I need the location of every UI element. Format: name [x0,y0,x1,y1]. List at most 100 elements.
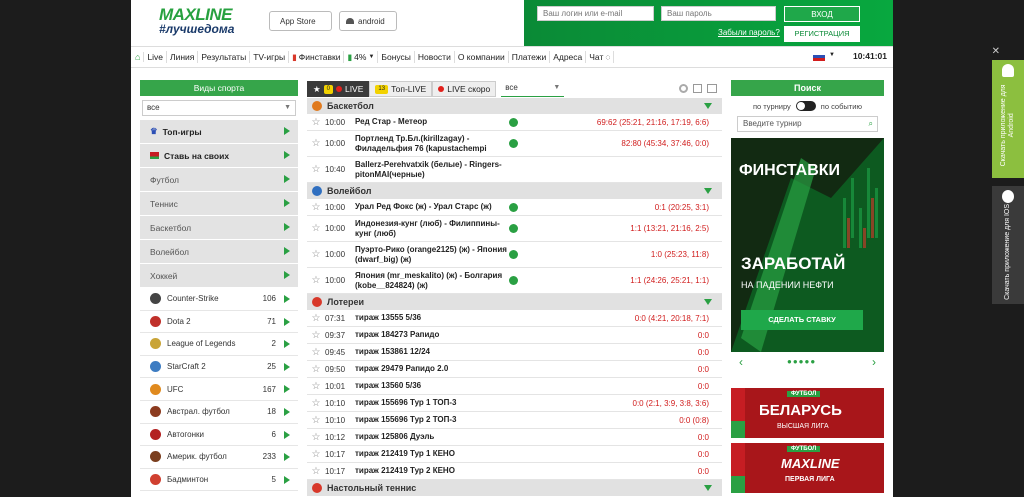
sport-section-header[interactable]: Баскетбол [307,98,722,114]
ios-app-button[interactable]: Скачать приложение для IOS [992,186,1024,304]
favorite-star-icon[interactable]: ☆ [307,117,325,128]
promo-belarus[interactable]: ФУТБОЛ БЕЛАРУСЬ ВЫСШАЯ ЛИГА [731,388,884,438]
close-icon[interactable]: ✕ [992,46,1000,57]
event-row[interactable]: ☆ 07:31 тираж 13555 5/36 0:0 (4:21, 20:18, … [307,310,722,327]
event-row[interactable]: ☆ 10:10 тираж 155696 Тур 2 ТОП-3 0:0 (0:8) [307,412,722,429]
toggle-switch[interactable] [795,101,816,111]
carousel-dots[interactable]: ●●●●● [787,357,816,366]
nav-chat[interactable]: Чат ◌ [586,51,615,63]
login-input[interactable] [537,6,654,21]
search-mode-toggle[interactable]: по турниру по событию [731,96,884,116]
password-input[interactable] [661,6,776,21]
event-name[interactable]: тираж 155696 Тур 2 ТОП-3 [355,415,515,425]
live-play-icon[interactable] [509,139,518,148]
event-name[interactable]: тираж 155696 Тур 1 ТОП-3 [355,398,515,408]
sport-section-header[interactable]: Настольный теннис [307,480,722,496]
window-icon[interactable] [693,84,702,93]
nav-cashback[interactable]: ▮ 4% ▼ [344,51,379,63]
flag-icon[interactable] [813,52,825,61]
sidebar-item-volleyball[interactable]: Волейбол [140,240,298,263]
collapse-icon[interactable] [704,299,712,305]
event-name[interactable]: Индонезия-кунг (люб) - Филиппины-кунг (л… [355,219,515,239]
chevron-right-icon[interactable]: › [872,355,876,369]
record-icon[interactable] [679,84,688,93]
sport-section-header[interactable]: Лотереи [307,294,722,310]
favorite-star-icon[interactable]: ☆ [307,202,325,213]
event-name[interactable]: тираж 13560 5/36 [355,381,515,391]
sport-section-header[interactable]: Волейбол [307,183,722,199]
event-name[interactable]: Портленд Тр.Бл.(kirillzagay) - Филадельф… [355,134,515,154]
event-row[interactable]: ☆ 10:17 тираж 212419 Тур 1 КЕНО 0:0 [307,446,722,463]
nav-results[interactable]: Результаты [198,51,251,63]
live-play-icon[interactable] [509,202,518,212]
sidebar-item-basketball[interactable]: Баскетбол [140,216,298,239]
sidebar-item-top-games[interactable]: ♛ Топ-игры [140,120,298,143]
event-row[interactable]: ☆ 10:00 Ред Стар - Метеор 69:62 (25:21, 21:… [307,114,722,131]
login-button[interactable]: ВХОД [784,6,860,22]
favorite-star-icon[interactable]: ☆ [307,275,325,286]
forgot-password-link[interactable]: Забыли пароль? [718,28,780,37]
home-icon[interactable]: ⌂ [135,52,145,62]
event-name[interactable]: тираж 184273 Рапидо [355,330,515,340]
event-name[interactable]: Ред Стар - Метеор [355,117,515,127]
chevron-down-icon[interactable]: ▼ [829,52,835,58]
sidebar-item-football[interactable]: Футбол [140,168,298,191]
sidebar-game-item[interactable]: Автогонки 6 [140,423,298,447]
sidebar-game-item[interactable]: UFC 167 [140,378,298,401]
event-name[interactable]: Урал Ред Фокс (ж) - Урал Старс (ж) [355,202,515,212]
sidebar-item-tennis[interactable]: Теннис [140,192,298,215]
sidebar-game-item[interactable]: Counter-Strike 106 [140,288,298,311]
event-row[interactable]: ☆ 10:17 тираж 212419 Тур 2 КЕНО 0:0 [307,463,722,480]
event-row[interactable]: ☆ 09:45 тираж 153861 12/24 0:0 [307,344,722,361]
finstavki-banner[interactable]: ФИНСТАВКИ ЗАРАБОТАЙ НА ПАДЕНИИ НЕФТИ СДЕ… [731,138,884,352]
sidebar-item-bet-own[interactable]: Ставь на своих [140,144,298,167]
event-name[interactable]: тираж 153861 12/24 [355,347,515,357]
live-play-icon[interactable] [509,276,518,285]
event-row[interactable]: ☆ 10:00 Япония (mr_meskalito) (ж) - Болгар… [307,268,722,294]
sidebar-game-item[interactable]: Бадминтон 5 [140,468,298,492]
android-app-button[interactable]: Скачать приложение для Android [992,60,1024,178]
event-row[interactable]: ☆ 10:00 Пуэрто-Рико (orange2125) (ж) - Япо… [307,242,722,268]
nav-addresses[interactable]: Адреса [550,51,587,63]
favorite-star-icon[interactable]: ☆ [307,313,325,324]
event-row[interactable]: ☆ 10:00 Индонезия-кунг (люб) - Филиппины-к… [307,216,722,242]
nav-line[interactable]: Линия [167,51,199,63]
favorite-star-icon[interactable]: ☆ [307,164,325,175]
event-row[interactable]: ☆ 10:10 тираж 155696 Тур 1 ТОП-3 0:0 (2:1, … [307,395,722,412]
nav-about[interactable]: О компании [455,51,509,63]
event-row[interactable]: ☆ 10:12 тираж 125806 Дуэль 0:0 [307,429,722,446]
sidebar-game-item[interactable]: StarCraft 2 25 [140,355,298,379]
tab-live-soon[interactable]: LIVE скоро [432,81,497,97]
event-row[interactable]: ☆ 10:00 Портленд Тр.Бл.(kirillzagay) - Фил… [307,131,722,157]
sidebar-game-item[interactable]: Австрал. футбол 18 [140,400,298,424]
favorite-star-icon[interactable]: ☆ [307,415,325,426]
event-row[interactable]: ☆ 09:37 тираж 184273 Рапидо 0:0 [307,327,722,344]
logo[interactable]: MAXLINE #лучшедома [159,6,234,36]
favorite-star-icon[interactable]: ☆ [307,138,325,149]
event-name[interactable]: Ballerz-Perehvatxik (белые) - Ringers-pi… [355,160,515,180]
event-name[interactable]: тираж 13555 5/36 [355,313,515,323]
appstore-button[interactable]: App Store [269,11,332,31]
event-name[interactable]: Япония (mr_meskalito) (ж) - Болгария (ko… [355,271,515,291]
event-filter-select[interactable]: все ▼ [501,81,565,97]
tab-top-live[interactable]: 13 Топ-LIVE [369,81,433,97]
register-button[interactable]: РЕГИСТРАЦИЯ [784,26,860,42]
favorite-star-icon[interactable]: ☆ [307,398,325,409]
favorite-star-icon[interactable]: ☆ [307,330,325,341]
favorite-star-icon[interactable]: ☆ [307,432,325,443]
nav-news[interactable]: Новости [415,51,455,63]
live-play-icon[interactable] [509,250,518,259]
event-name[interactable]: тираж 212419 Тур 1 КЕНО [355,449,515,459]
favorite-star-icon[interactable]: ☆ [307,249,325,260]
promo-maxline[interactable]: ФУТБОЛ MAXLINE ПЕРВАЯ ЛИГА [731,443,884,493]
favorite-star-icon[interactable]: ☆ [307,347,325,358]
event-row[interactable]: ☆ 10:00 Урал Ред Фокс (ж) - Урал Старс (ж)… [307,199,722,216]
collapse-icon[interactable] [704,485,712,491]
nav-payments[interactable]: Платежи [509,51,551,63]
sidebar-item-hockey[interactable]: Хоккей [140,264,298,287]
live-play-icon[interactable] [509,117,518,127]
event-row[interactable]: ☆ 10:40 Ballerz-Perehvatxik (белые) - Ring… [307,157,722,183]
sidebar-game-item[interactable]: Америк. футбол 233 [140,446,298,469]
event-row[interactable]: ☆ 10:01 тираж 13560 5/36 0:0 [307,378,722,395]
favorite-star-icon[interactable]: ☆ [307,381,325,392]
